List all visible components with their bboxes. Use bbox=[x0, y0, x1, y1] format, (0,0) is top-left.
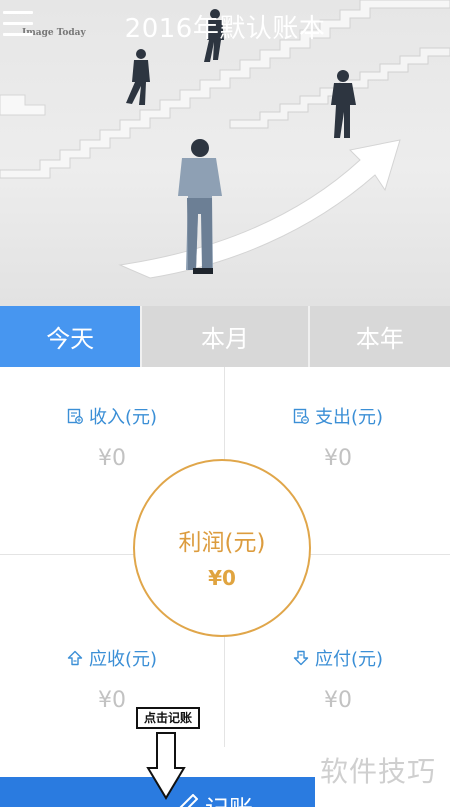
receivable-label: 应收(元) bbox=[88, 649, 158, 670]
payable-value: ¥0 bbox=[324, 688, 352, 713]
tab-this-month[interactable]: 本月 bbox=[140, 306, 307, 367]
tab-this-year[interactable]: 本年 bbox=[307, 306, 450, 367]
down-arrow-icon bbox=[146, 732, 186, 800]
income-label: 收入(元) bbox=[88, 407, 158, 428]
payable-icon bbox=[293, 650, 309, 666]
payable-label: 应付(元) bbox=[314, 649, 384, 670]
page-title: 2016年默认账本 bbox=[124, 14, 326, 44]
income-label-row: 收入(元) bbox=[0, 403, 224, 429]
expense-icon bbox=[293, 408, 309, 424]
expense-cell[interactable]: 支出(元) ¥0 bbox=[226, 403, 450, 471]
site-watermark: 软件技巧 bbox=[320, 755, 437, 788]
profit-circle[interactable]: 利润(元) ¥0 bbox=[133, 459, 311, 637]
income-cell[interactable]: 收入(元) ¥0 bbox=[0, 403, 224, 471]
receivable-cell[interactable]: 应收(元) ¥0 bbox=[0, 645, 224, 713]
annotation-tip: 点击记账 bbox=[136, 707, 200, 729]
period-tabs: 今天 本月 本年 bbox=[0, 306, 450, 367]
receivable-label-row: 应收(元) bbox=[0, 645, 224, 671]
receivable-icon bbox=[67, 650, 83, 666]
expense-label: 支出(元) bbox=[314, 407, 384, 428]
payable-cell[interactable]: 应付(元) ¥0 bbox=[226, 645, 450, 713]
tab-today[interactable]: 今天 bbox=[0, 306, 141, 367]
profit-value: ¥0 bbox=[208, 566, 236, 590]
payable-label-row: 应付(元) bbox=[226, 645, 450, 671]
expense-label-row: 支出(元) bbox=[226, 403, 450, 429]
header-banner: Image Today 2016年默认账本 bbox=[0, 0, 450, 306]
income-icon bbox=[67, 408, 83, 424]
profit-label: 利润(元) bbox=[178, 530, 266, 556]
record-label: 记账 bbox=[205, 789, 253, 807]
banner-image bbox=[0, 0, 450, 279]
